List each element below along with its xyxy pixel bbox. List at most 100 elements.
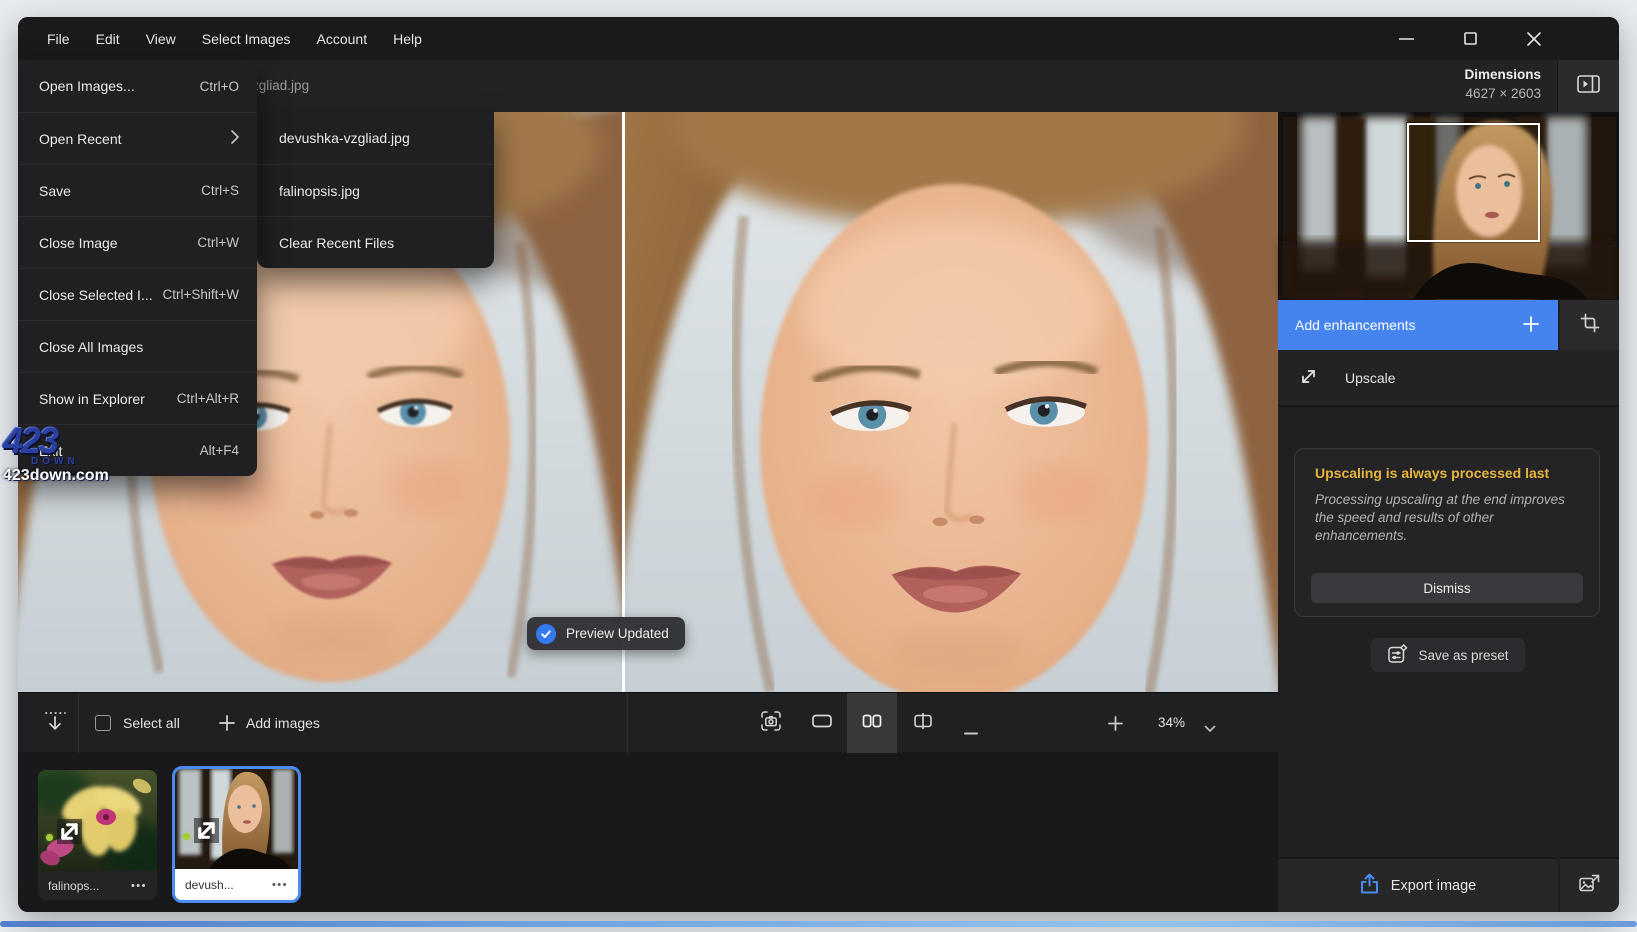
split-view-icon [912, 710, 934, 737]
thumbnail-devushka-selected[interactable]: devush... ••• [172, 766, 301, 903]
upscaling-notice-card: Upscaling is always processed last Proce… [1294, 448, 1600, 617]
app-window: devushka-vzgliad.jpg Dimensions 4627 × 2… [18, 17, 1619, 912]
preset-icon [1387, 644, 1407, 667]
crop-button[interactable] [1560, 300, 1619, 350]
menu-item-shortcut: Ctrl+O [200, 79, 239, 94]
single-view-icon [811, 710, 833, 737]
menu-item-label: Save [39, 183, 71, 199]
menu-item-close-image[interactable]: Close Image Ctrl+W [18, 216, 257, 268]
add-images-plus-icon [218, 714, 236, 737]
thumbnail-label-row: falinops... ••• [38, 871, 157, 900]
menu-item-shortcut: Ctrl+Shift+W [162, 287, 239, 302]
menu-item-show-in-explorer[interactable]: Show in Explorer Ctrl+Alt+R [18, 372, 257, 424]
thumbnail-name: devush... [185, 878, 234, 892]
menu-select-images[interactable]: Select Images [189, 25, 304, 53]
menu-help[interactable]: Help [380, 25, 435, 53]
menu-item-save[interactable]: Save Ctrl+S [18, 164, 257, 216]
window-controls [1391, 17, 1549, 60]
notice-body: Processing upscaling at the end improves… [1315, 491, 1579, 545]
dimensions-value: 4627 × 2603 [1464, 86, 1541, 101]
export-options-button[interactable] [1560, 857, 1619, 912]
add-images-button[interactable]: Add images [246, 715, 320, 731]
menu-item-open-images[interactable]: Open Images... Ctrl+O [18, 60, 257, 112]
menu-item-close-selected[interactable]: Close Selected I... Ctrl+Shift+W [18, 268, 257, 320]
zoom-in-button[interactable] [1108, 716, 1123, 736]
autofocus-preview-button[interactable] [746, 693, 796, 753]
image-export-icon [1578, 872, 1601, 899]
menu-file[interactable]: File [34, 25, 83, 53]
single-view-button[interactable] [797, 693, 847, 753]
thumbnail-label-row: devush... ••• [175, 869, 298, 900]
after-image[interactable] [625, 112, 1278, 692]
menu-edit[interactable]: Edit [83, 25, 133, 53]
recent-file-falinopsis[interactable]: falinopsis.jpg [257, 164, 494, 216]
menu-item-label: Close All Images [39, 339, 143, 355]
minimize-button[interactable] [1391, 24, 1421, 54]
thumbnail-devushka-image [175, 769, 298, 869]
menu-item-shortcut: Ctrl+S [201, 183, 239, 198]
select-all-checkbox[interactable] [95, 715, 111, 731]
side-by-side-view-button[interactable] [847, 693, 897, 753]
zoom-chevron-down-icon[interactable] [1204, 720, 1216, 738]
menu-item-label: Exit [39, 443, 62, 459]
collapse-panel-button[interactable] [1557, 60, 1619, 112]
check-circle-icon [536, 624, 556, 644]
menu-item-label: Close Image [39, 235, 118, 251]
toast-label: Preview Updated [566, 626, 669, 641]
compare-divider[interactable] [622, 112, 625, 692]
save-as-preset-label: Save as preset [1418, 648, 1508, 663]
menu-item-open-recent[interactable]: Open Recent [18, 112, 257, 164]
zoom-level-value[interactable]: 34% [1158, 715, 1185, 730]
select-all-label[interactable]: Select all [123, 715, 180, 731]
enhancement-upscale[interactable]: Upscale [1278, 350, 1619, 407]
crop-icon [1580, 313, 1600, 338]
expand-icon[interactable] [57, 819, 82, 844]
bottom-toolbar: Select all Add images [18, 692, 1278, 752]
menu-item-label: Close Selected I... [39, 287, 153, 303]
menu-view[interactable]: View [133, 25, 189, 53]
toolbar-divider [78, 693, 79, 753]
zoom-out-button[interactable] [964, 722, 978, 740]
export-image-label: Export image [1391, 878, 1476, 894]
filmstrip: falinops... ••• devush... ••• [18, 752, 1278, 912]
dimensions-block: Dimensions 4627 × 2603 [1464, 67, 1541, 101]
navigator-preview[interactable] [1278, 112, 1619, 300]
menu-item-label: Clear Recent Files [279, 235, 394, 251]
dismiss-button[interactable]: Dismiss [1311, 573, 1583, 603]
menu-item-shortcut: Ctrl+Alt+R [177, 391, 239, 406]
split-view-button[interactable] [898, 693, 948, 753]
bottom-accent-strip [0, 921, 1637, 927]
collapse-filmstrip-button[interactable] [32, 693, 78, 753]
menu-item-close-all-images[interactable]: Close All Images [18, 320, 257, 372]
upscale-label: Upscale [1345, 370, 1396, 386]
side-by-side-view-icon [861, 710, 883, 737]
navigator-viewport-rect[interactable] [1407, 123, 1540, 242]
recent-file-devushka[interactable]: devushka-vzgliad.jpg [257, 112, 494, 164]
header-bar: devushka-vzgliad.jpg Dimensions 4627 × 2… [18, 60, 1619, 112]
file-menu-dropdown: Open Images... Ctrl+O Open Recent Save C… [18, 60, 257, 476]
thumbnail-more-menu[interactable]: ••• [131, 880, 147, 892]
thumbnail-more-menu[interactable]: ••• [272, 879, 288, 891]
menu-item-shortcut: Ctrl+W [197, 235, 239, 250]
close-button[interactable] [1519, 24, 1549, 54]
open-recent-submenu: devushka-vzgliad.jpg falinopsis.jpg Clea… [257, 112, 494, 268]
export-image-button[interactable]: Export image [1278, 857, 1558, 912]
thumbnail-name: falinops... [48, 879, 99, 893]
expand-icon[interactable] [194, 818, 219, 843]
add-enhancements-label: Add enhancements [1295, 317, 1416, 333]
maximize-button[interactable] [1455, 24, 1485, 54]
thumbnail-falinopsis[interactable]: falinops... ••• [38, 770, 157, 900]
menu-bar: File Edit View Select Images Account Hel… [18, 17, 1619, 60]
add-enhancements-button[interactable]: Add enhancements [1278, 300, 1558, 350]
upscale-icon [1299, 367, 1318, 389]
menu-item-exit[interactable]: Exit Alt+F4 [18, 424, 257, 476]
chevron-right-icon [231, 130, 239, 147]
dimensions-label: Dimensions [1464, 67, 1541, 82]
save-as-preset-button[interactable]: Save as preset [1370, 638, 1525, 672]
thumbnail-falinopsis-image [38, 770, 157, 871]
menu-item-label: Open Recent [39, 131, 122, 147]
menu-item-label: Show in Explorer [39, 391, 145, 407]
clear-recent-files[interactable]: Clear Recent Files [257, 216, 494, 268]
menu-account[interactable]: Account [304, 25, 381, 53]
menu-item-shortcut: Alt+F4 [200, 443, 239, 458]
